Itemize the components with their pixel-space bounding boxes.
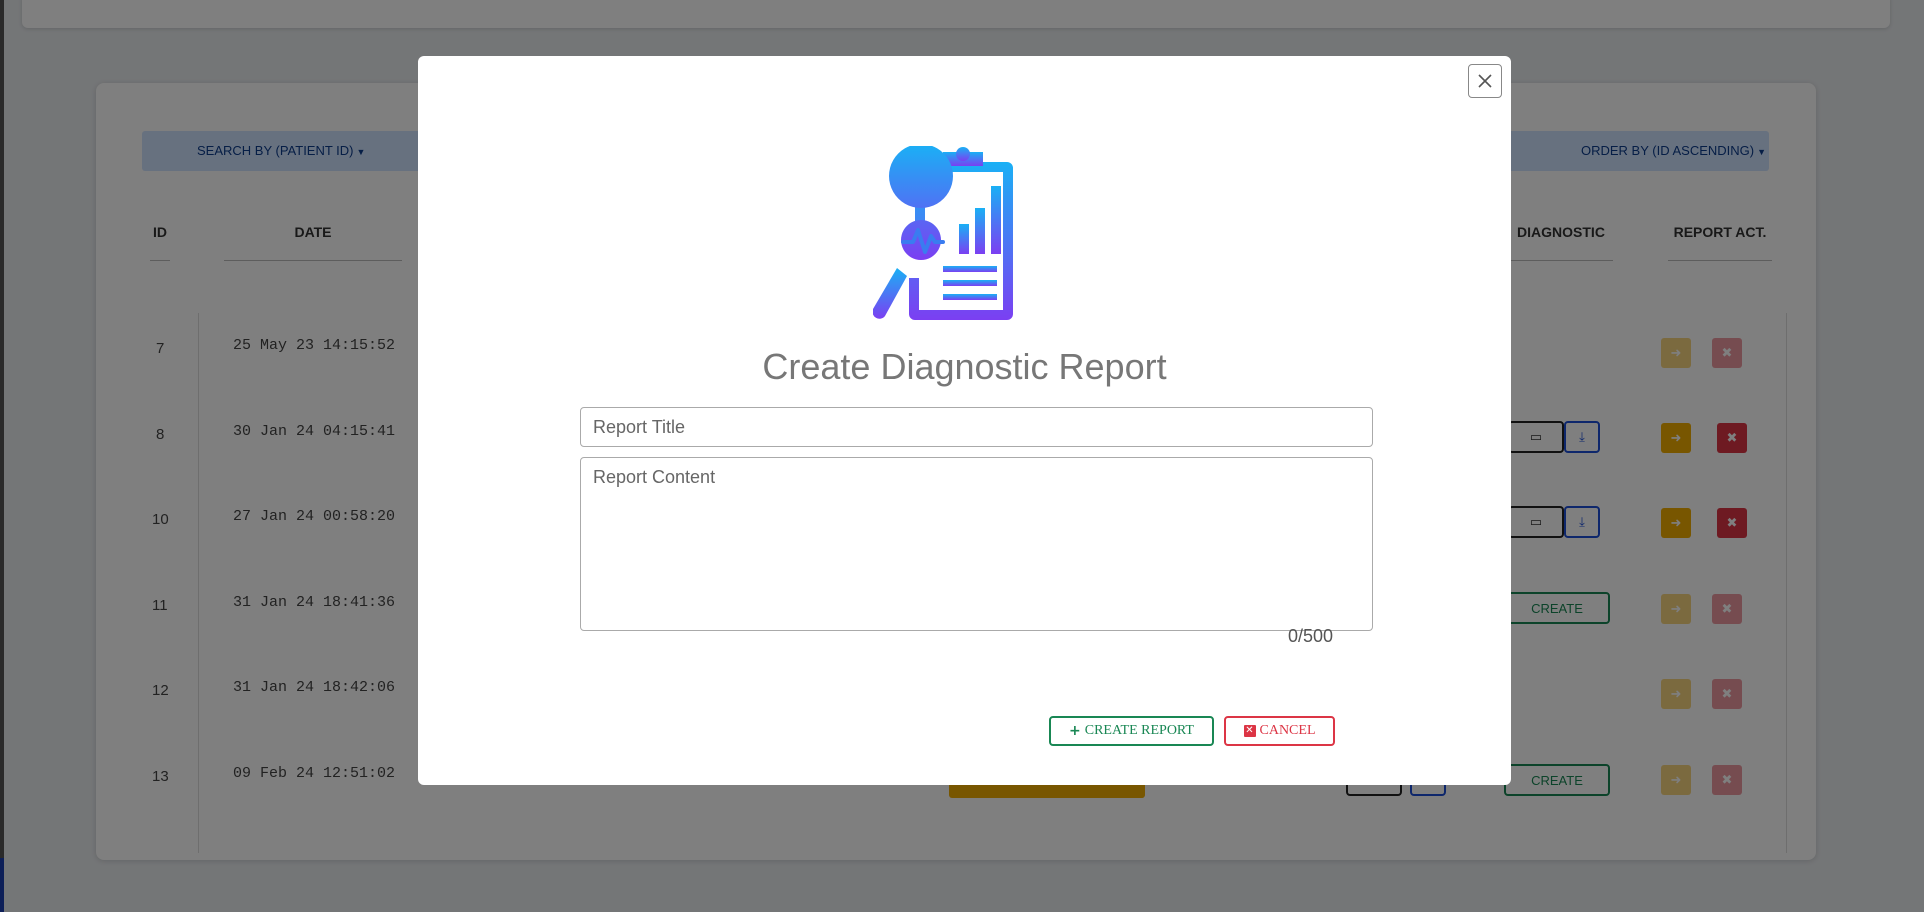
plus-icon: + [1069, 723, 1081, 739]
create-report-label: CREATE REPORT [1084, 723, 1194, 738]
character-counter: 0/500 [1288, 626, 1334, 646]
modal-title: Create Diagnostic Report [762, 346, 1167, 387]
create-report-button[interactable]: + CREATE REPORT [1049, 716, 1214, 746]
clipboard-chart-magnifier-icon [873, 146, 1013, 320]
close-icon [1478, 74, 1492, 88]
report-title-input[interactable] [580, 407, 1373, 447]
create-report-modal: Create Diagnostic Report 0/500 + CREATE … [418, 56, 1511, 785]
report-content-textarea[interactable] [580, 457, 1373, 631]
close-square-icon: ✕ [1243, 725, 1256, 737]
close-button[interactable] [1468, 64, 1502, 98]
cancel-button[interactable]: ✕ CANCEL [1224, 716, 1335, 746]
cancel-label: CANCEL [1259, 723, 1316, 738]
